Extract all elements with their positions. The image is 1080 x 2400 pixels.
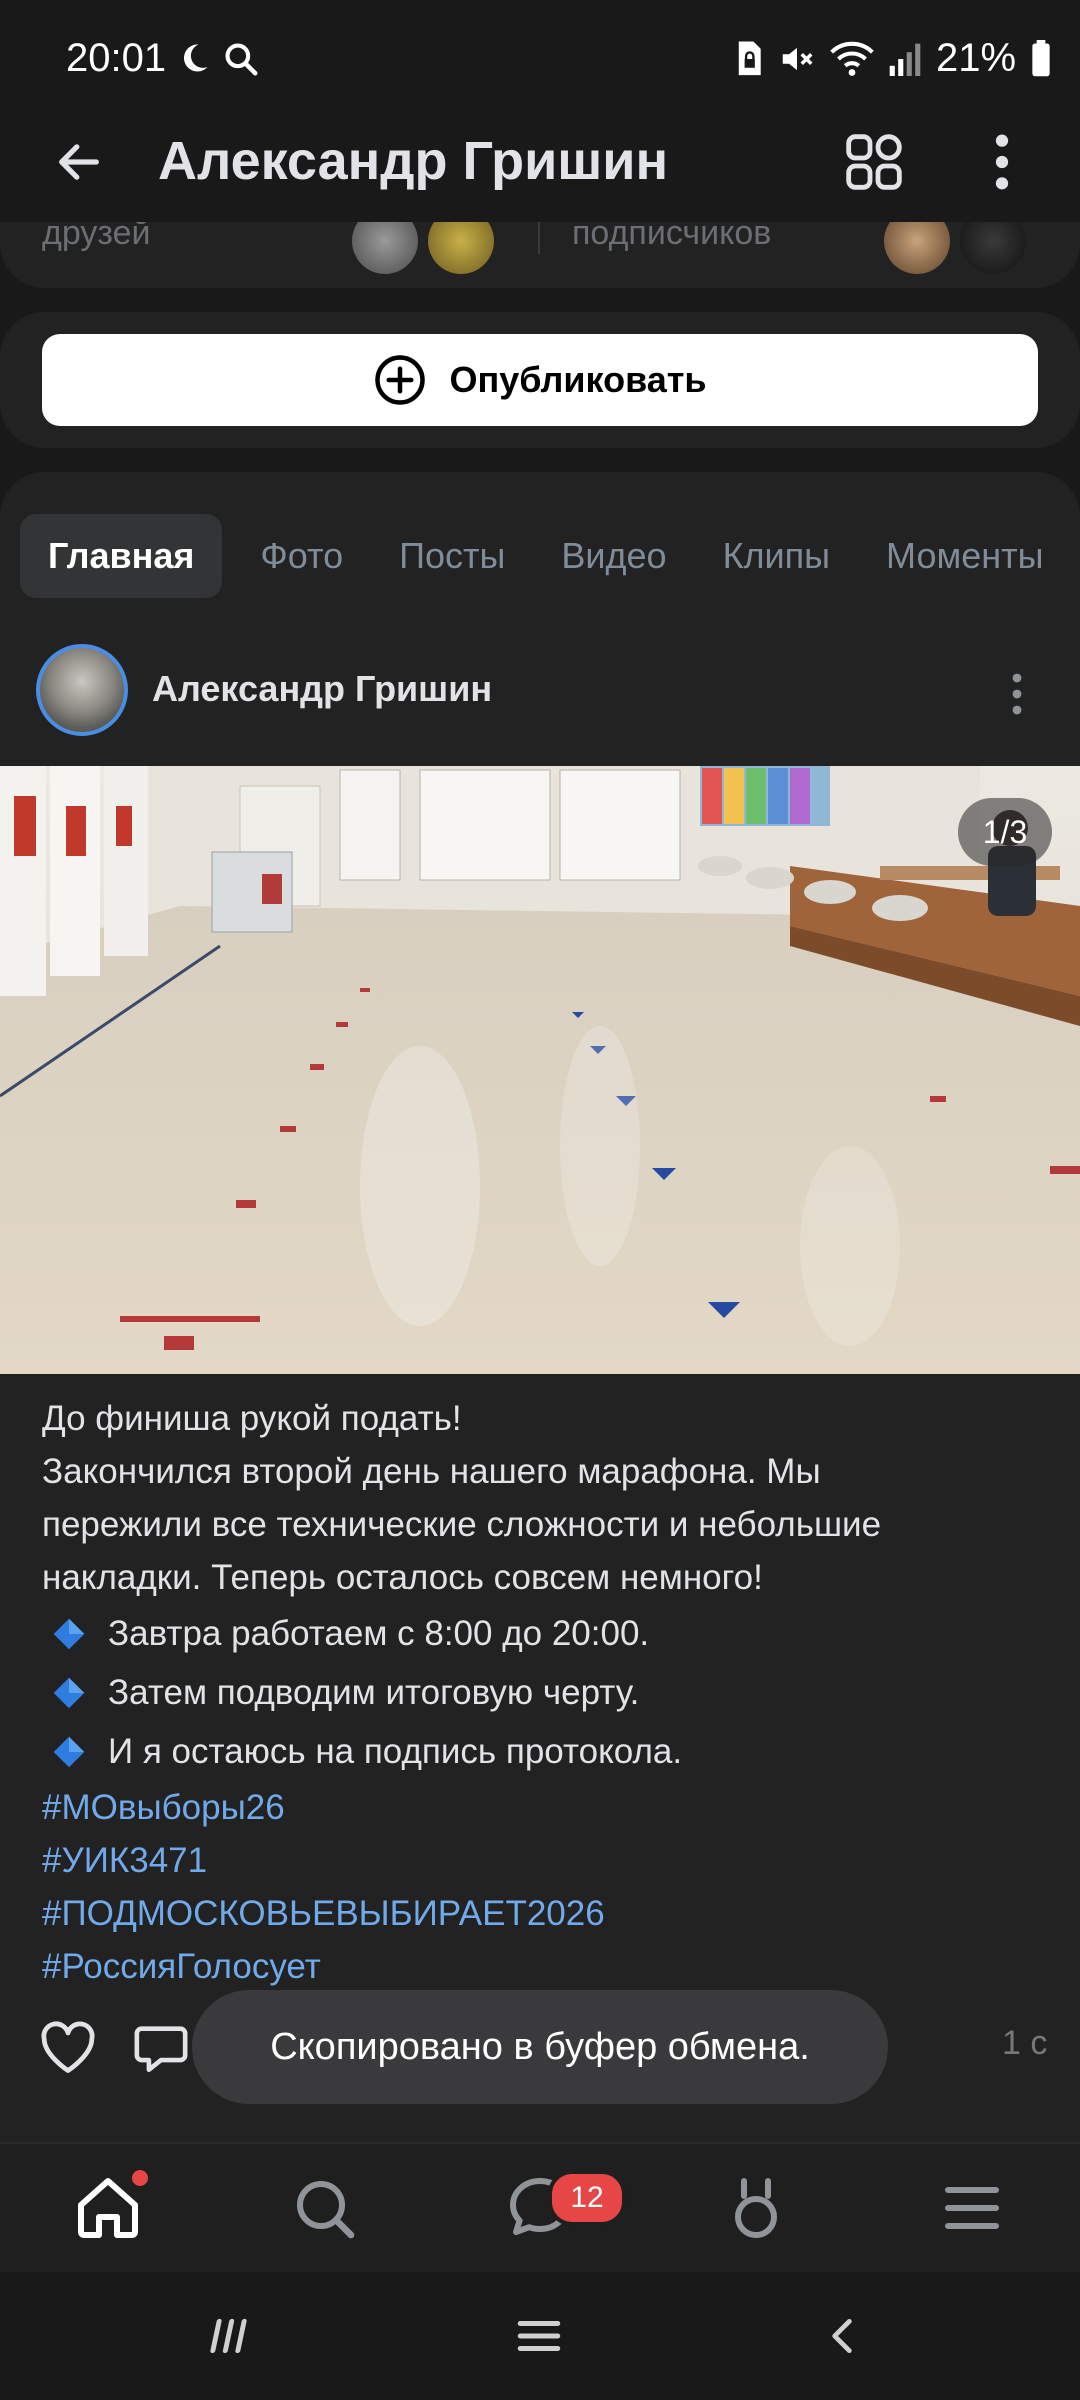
post-photo[interactable] xyxy=(0,766,1080,1374)
tab-photo[interactable]: Фото xyxy=(232,514,371,598)
more-vertical-icon[interactable] xyxy=(980,130,1024,194)
post-more-icon[interactable] xyxy=(1000,670,1034,718)
home-notification-dot xyxy=(132,2170,148,2186)
publish-label: Опубликовать xyxy=(449,359,707,400)
post-text-line: Закончился второй день нашего марафона. … xyxy=(42,1452,821,1491)
blue-diamond-icon xyxy=(53,1618,85,1649)
like-heart-icon[interactable] xyxy=(38,2020,98,2076)
tab-moments[interactable]: Моменты xyxy=(858,514,1071,598)
menu-icon[interactable] xyxy=(936,2172,1008,2244)
hashtag-link[interactable]: #УИК3471 xyxy=(42,1834,1042,1887)
profile-tabs: Главная Фото Посты Видео Клипы Моменты xyxy=(20,514,1080,598)
moon-icon xyxy=(183,44,208,72)
publish-button[interactable]: Опубликовать xyxy=(42,334,1038,426)
post-time: 1 с xyxy=(1002,2024,1048,2062)
post-text-line: До финиша рукой подать! xyxy=(42,1399,462,1438)
sim-lock-icon xyxy=(738,40,761,75)
toast-copied: Скопировано в буфер обмена. xyxy=(192,1990,888,2104)
post-text-line: пережили все технические сложности и неб… xyxy=(42,1505,882,1544)
post-bullet: И я остаюсь на подпись протокола. xyxy=(42,1722,1042,1781)
search-icon[interactable] xyxy=(288,2172,360,2244)
status-time: 20:01 xyxy=(66,36,167,80)
post-bullet: Завтра работаем с 8:00 до 20:00. xyxy=(42,1604,1042,1663)
page-title: Александр Гришин xyxy=(158,131,669,191)
search-icon xyxy=(225,43,258,76)
post-author-avatar[interactable] xyxy=(36,644,128,736)
post-text-line: накладки. Теперь осталось совсем немного… xyxy=(42,1558,763,1597)
hashtag-link[interactable]: #ПОДМОСКОВЬЕВЫБИРАЕТ2026 xyxy=(42,1887,1042,1940)
battery-percent: 21% xyxy=(936,36,1017,80)
battery-icon xyxy=(1032,39,1050,76)
tab-clips[interactable]: Клипы xyxy=(695,514,858,598)
tab-video[interactable]: Видео xyxy=(533,514,694,598)
recent-apps-icon[interactable] xyxy=(210,2314,260,2358)
back-system-icon[interactable] xyxy=(820,2314,864,2358)
post-bullet: Затем подводим итоговую черту. xyxy=(42,1663,1042,1722)
post-bullet-text: И я остаюсь на подпись протокола. xyxy=(108,1732,683,1771)
blue-diamond-icon xyxy=(53,1677,85,1708)
post-bullet-text: Затем подводим итоговую черту. xyxy=(108,1673,640,1712)
post-author-name[interactable]: Александр Гришин xyxy=(152,668,492,710)
status-bar: 20:01 21% xyxy=(0,0,1080,120)
messages-badge: 12 xyxy=(548,2170,626,2226)
signal-icon xyxy=(889,43,921,76)
blue-diamond-icon xyxy=(53,1736,85,1767)
mute-icon xyxy=(782,47,813,70)
home-system-icon[interactable] xyxy=(514,2314,564,2358)
photo-counter: 1/3 xyxy=(958,798,1052,866)
post-text: До финиша рукой подать! Закончился второ… xyxy=(42,1392,1042,1993)
tab-main[interactable]: Главная xyxy=(20,514,223,598)
wifi-icon xyxy=(830,41,874,76)
services-icon[interactable] xyxy=(720,2172,792,2244)
tab-posts[interactable]: Посты xyxy=(371,514,533,598)
back-arrow-icon[interactable] xyxy=(50,136,108,188)
plus-circle-icon xyxy=(375,355,426,405)
comment-icon[interactable] xyxy=(132,2020,190,2076)
toast-message: Скопировано в буфер обмена. xyxy=(270,2025,810,2068)
qr-code-icon[interactable] xyxy=(842,130,906,194)
hashtag-link[interactable]: #МОвыборы26 xyxy=(42,1781,1042,1834)
hashtag-link[interactable]: #РоссияГолосует xyxy=(42,1940,1042,1993)
post-bullet-text: Завтра работаем с 8:00 до 20:00. xyxy=(108,1614,650,1653)
